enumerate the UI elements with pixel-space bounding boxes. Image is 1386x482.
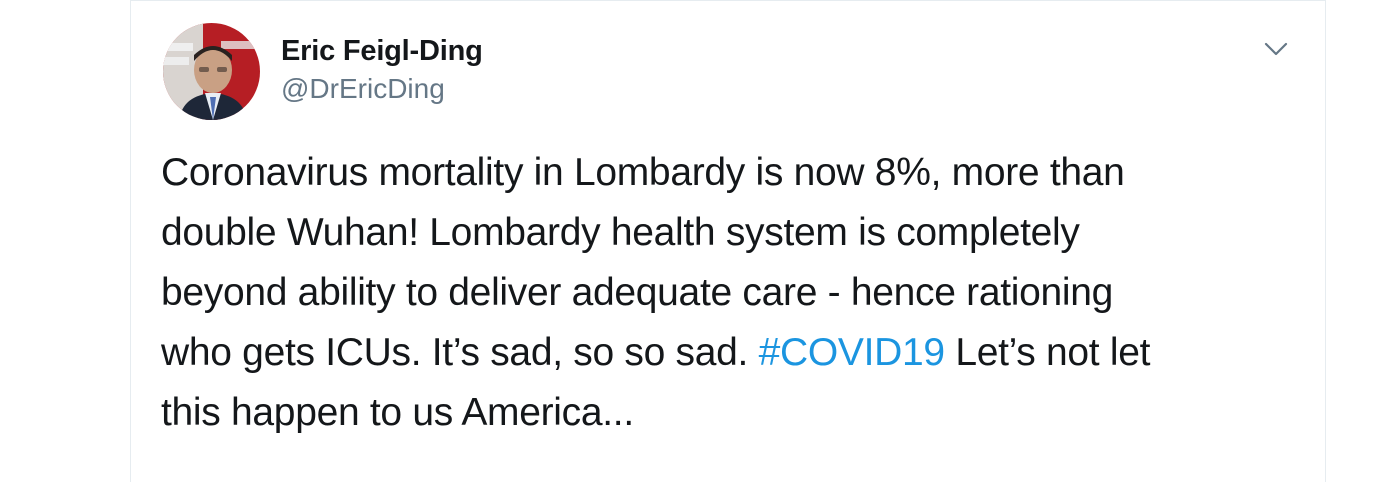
tweet-author: Eric Feigl-Ding @DrEricDing	[281, 33, 483, 107]
tweet-card: Eric Feigl-Ding @DrEricDing Coronavirus …	[130, 0, 1326, 482]
avatar-image	[163, 23, 260, 120]
tweet-text-line: double Wuhan! Lombardy health system is …	[161, 211, 1080, 254]
chevron-down-icon[interactable]	[1261, 37, 1291, 61]
tweet-text-line: who gets ICUs. It’s sad, so so sad. #COV…	[161, 323, 1311, 383]
tweet-text-line: beyond ability to deliver adequate care …	[161, 271, 1114, 314]
tweet-text-segment: who gets ICUs. It’s sad, so so sad.	[161, 331, 759, 374]
hashtag-link[interactable]: #COVID19	[759, 331, 945, 374]
tweet-text-segment: Let’s not let	[944, 331, 1151, 374]
tweet-text-line: Coronavirus mortality in Lombardy is now…	[161, 151, 1125, 194]
author-display-name[interactable]: Eric Feigl-Ding	[281, 33, 483, 69]
avatar[interactable]	[163, 23, 260, 120]
tweet-text-line: this happen to us America...	[161, 391, 634, 434]
tweet-text: Coronavirus mortality in Lombardy is now…	[161, 143, 1311, 443]
author-handle[interactable]: @DrEricDing	[281, 71, 483, 107]
